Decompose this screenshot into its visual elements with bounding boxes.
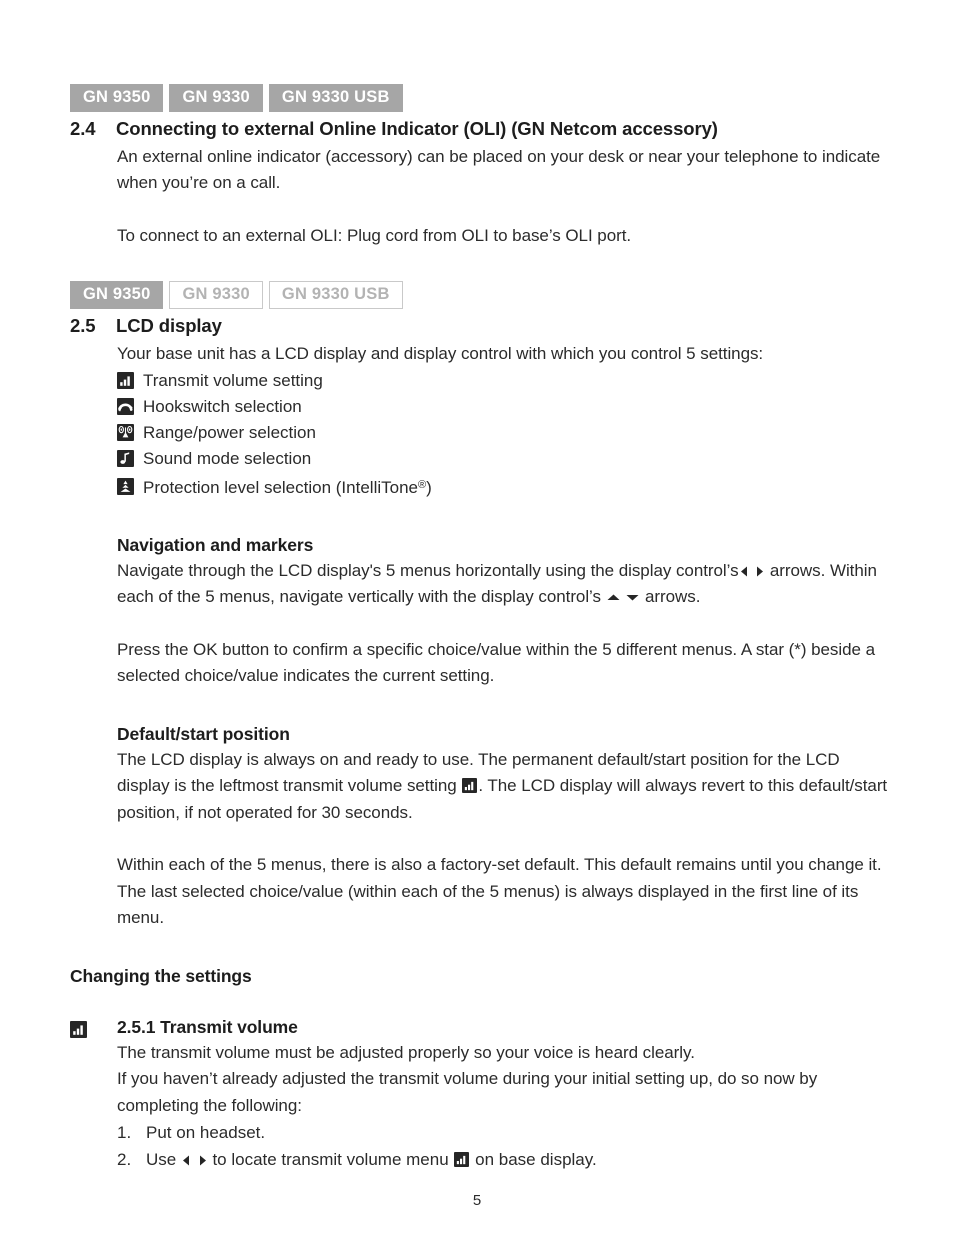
model-badge-row-2: GN 9350 GN 9330 GN 9330 USB — [70, 281, 892, 310]
step-number: 1. — [117, 1123, 132, 1143]
list-item: 2. Use to locate transmit volume menu on… — [117, 1146, 892, 1173]
protection-label-close: ) — [426, 477, 432, 497]
section-2-5-1-text-column: 2.5.1 Transmit volume The transmit volum… — [117, 1017, 892, 1174]
navigation-markers-heading: Navigation and markers — [117, 534, 314, 555]
nav-text-part-3: arrows. — [645, 587, 701, 607]
navigation-markers-paragraph: Navigate through the LCD display's 5 men… — [117, 558, 892, 611]
model-badge-gn9350-active: GN 9350 — [70, 281, 164, 310]
list-item-label: Sound mode selection — [143, 448, 312, 468]
model-badge-gn9330-inactive: GN 9330 — [169, 281, 263, 310]
arrow-down-icon — [625, 588, 640, 605]
step-number: 2. — [117, 1150, 132, 1170]
list-item: Sound mode selection — [117, 446, 892, 472]
step-text-after: on base display. — [475, 1150, 597, 1170]
registered-mark: ® — [417, 478, 427, 491]
list-item: Hookswitch selection — [117, 394, 892, 420]
step-text-before: Use — [146, 1150, 177, 1170]
transmit-volume-steps: 1. Put on headset. 2. Use to locate tran… — [117, 1119, 892, 1173]
default-start-position-paragraph: The LCD display is always on and ready t… — [117, 747, 892, 827]
section-2-5-heading: 2.5 LCD display — [70, 315, 892, 337]
sound-mode-icon — [117, 450, 134, 468]
document-page: GN 9350 GN 9330 GN 9330 USB 2.4 Connecti… — [0, 0, 954, 1245]
factory-default-paragraph: Within each of the 5 menus, there is als… — [117, 855, 882, 928]
arrow-up-icon — [606, 588, 621, 605]
list-item-label: Range/power selection — [143, 422, 316, 442]
transmit-volume-icon — [462, 778, 478, 794]
section-2-4-number: 2.4 — [70, 117, 96, 139]
section-2-5-intro: Your base unit has a LCD display and dis… — [117, 344, 764, 364]
list-item: Transmit volume setting — [117, 368, 892, 394]
hookswitch-icon — [117, 398, 134, 416]
list-item-label: Protection level selection (IntelliTone®… — [143, 472, 432, 501]
model-badge-gn9330usb: GN 9330 USB — [268, 84, 403, 112]
transmit-volume-icon — [70, 1020, 87, 1038]
section-2-5-body: Your base unit has a LCD display and dis… — [117, 341, 892, 932]
protection-label-text: Protection level selection (IntelliTone — [143, 477, 418, 497]
section-2-4-title: Connecting to external Online Indicator … — [116, 117, 718, 139]
arrow-right-icon — [754, 562, 765, 579]
step-text: Use to locate transmit volume menu on ba… — [146, 1146, 597, 1173]
transmit-volume-icon — [454, 1152, 470, 1168]
page-number: 5 — [472, 1192, 482, 1209]
arrow-left-icon — [181, 1151, 192, 1168]
model-badge-gn9330: GN 9330 — [169, 84, 263, 112]
list-item: Protection level selection (IntelliTone®… — [117, 472, 892, 501]
section-2-4-heading: 2.4 Connecting to external Online Indica… — [70, 118, 892, 140]
changing-settings-heading: Changing the settings — [70, 965, 252, 986]
list-item: Range/power selection — [117, 420, 892, 446]
step-text: Put on headset. — [146, 1123, 266, 1143]
model-badge-row-1: GN 9350 GN 9330 GN 9330 USB — [70, 84, 892, 112]
section-2-4-paragraph-2: To connect to an external OLI: Plug cord… — [117, 225, 632, 245]
section-2-5-title: LCD display — [116, 315, 222, 337]
ok-button-paragraph: Press the OK button to confirm a specifi… — [117, 639, 875, 686]
arrow-right-icon — [197, 1151, 208, 1168]
section-2-5-1: 2.5.1 Transmit volume The transmit volum… — [70, 1017, 892, 1174]
nav-text-part-1: Navigate through the LCD display's 5 men… — [117, 560, 739, 580]
default-start-position-heading: Default/start position — [117, 723, 290, 744]
list-item-label: Transmit volume setting — [143, 370, 323, 390]
section-2-5-1-paragraph-1: The transmit volume must be adjusted pro… — [117, 1042, 695, 1062]
step-text-middle: to locate transmit volume menu — [212, 1150, 449, 1170]
section-2-5-number: 2.5 — [70, 315, 96, 337]
section-2-4-paragraph-1: An external online indicator (accessory)… — [117, 146, 881, 193]
section-2-5-1-paragraph-2: If you haven’t already adjusted the tran… — [117, 1069, 818, 1115]
model-badge-gn9350: GN 9350 — [70, 84, 164, 112]
range-power-icon — [117, 424, 134, 442]
protection-level-icon — [117, 477, 134, 495]
section-2-4-body: An external online indicator (accessory)… — [117, 144, 892, 250]
lcd-settings-list: Transmit volume setting Hookswitch selec… — [117, 368, 892, 501]
model-badge-gn9330usb-inactive: GN 9330 USB — [268, 281, 403, 310]
section-2-5-1-title: 2.5.1 Transmit volume — [117, 1016, 298, 1037]
list-item-label: Hookswitch selection — [143, 396, 302, 416]
section-2-5-1-icon-column — [70, 1017, 117, 1040]
arrow-left-icon — [739, 562, 750, 579]
transmit-volume-icon — [117, 372, 134, 390]
list-item: 1. Put on headset. — [117, 1119, 892, 1146]
